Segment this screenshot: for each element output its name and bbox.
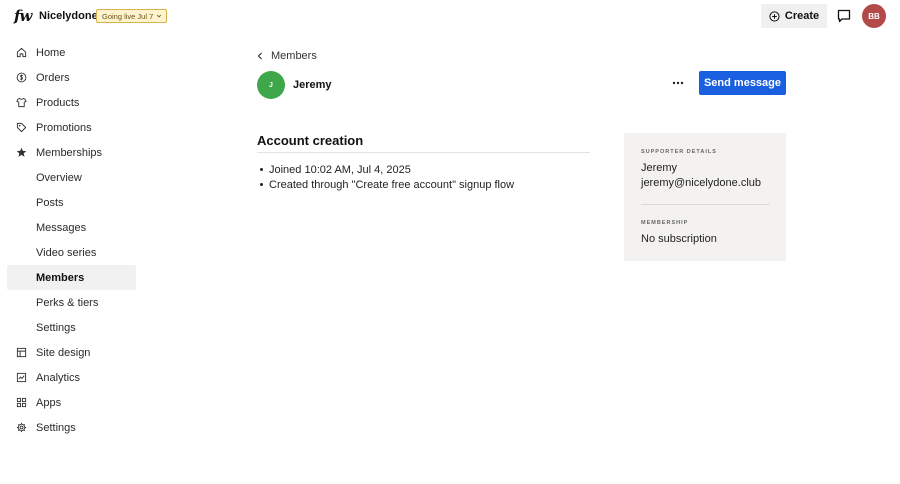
member-name: Jeremy (293, 79, 332, 91)
top-bar: fw Nicelydone Going live Jul 7 Create BB (0, 0, 900, 34)
analytics-icon (16, 372, 27, 383)
supporter-details-card: SUPPORTER DETAILS Jeremy jeremy@nicelydo… (624, 133, 786, 261)
list-item: Created through "Create free account" si… (259, 179, 515, 191)
sidebar-item-video-series[interactable]: Video series (7, 240, 136, 265)
chevron-down-icon (157, 14, 162, 18)
sidebar-item-label: Site design (36, 346, 91, 359)
sidebar-item-promotions[interactable]: Promotions (7, 115, 136, 140)
supporter-email: jeremy@nicelydone.club (641, 177, 762, 189)
sidebar-item-membership-settings[interactable]: Settings (7, 315, 136, 340)
sidebar-item-label: Overview (36, 171, 82, 184)
sidebar-item-label: Messages (36, 221, 87, 234)
sidebar-item-label: Analytics (36, 371, 81, 384)
tag-icon (16, 122, 27, 133)
plus-circle-icon (769, 10, 780, 22)
sidebar-item-label: Posts (36, 196, 64, 209)
send-message-button[interactable]: Send message (699, 71, 786, 95)
sidebar-item-perks-tiers[interactable]: Perks & tiers (7, 290, 136, 315)
sidebar-item-label: Home (36, 46, 66, 59)
sidebar-item-label: Perks & tiers (36, 296, 99, 309)
sidebar-item-site-design[interactable]: Site design (7, 340, 136, 365)
sidebar: Home Orders Products Promotions Membersh… (7, 40, 136, 440)
sidebar-item-label: Promotions (36, 121, 92, 134)
apps-icon (16, 397, 27, 408)
sidebar-item-analytics[interactable]: Analytics (7, 365, 136, 390)
sidebar-item-members[interactable]: Members (7, 265, 136, 290)
divider (641, 204, 770, 205)
orders-icon (16, 72, 27, 83)
sidebar-item-products[interactable]: Products (7, 90, 136, 115)
products-icon (16, 97, 27, 108)
sidebar-item-overview[interactable]: Overview (7, 165, 136, 190)
account-events-list: Joined 10:02 AM, Jul 4, 2025 Created thr… (259, 163, 515, 193)
breadcrumb-back[interactable]: Members (256, 50, 317, 62)
supporter-name: Jeremy (641, 162, 678, 174)
create-label: Create (784, 10, 820, 22)
sidebar-item-messages[interactable]: Messages (7, 215, 136, 240)
create-button[interactable]: Create (761, 4, 827, 28)
sidebar-item-label: Members (36, 271, 85, 284)
membership-value: No subscription (641, 233, 717, 245)
sidebar-item-memberships[interactable]: Memberships (7, 140, 136, 165)
more-options-button[interactable] (669, 76, 687, 90)
sidebar-item-apps[interactable]: Apps (7, 390, 136, 415)
going-live-badge[interactable]: Going live Jul 7 (96, 9, 168, 23)
sidebar-item-posts[interactable]: Posts (7, 190, 136, 215)
chat-icon[interactable] (836, 8, 852, 24)
section-title: Account creation (257, 133, 364, 148)
user-avatar[interactable]: BB (862, 4, 886, 28)
chevron-left-icon (257, 52, 262, 60)
sidebar-item-label: Settings (36, 321, 76, 334)
supporter-details-label: SUPPORTER DETAILS (641, 149, 717, 155)
home-icon (16, 47, 27, 58)
sidebar-item-orders[interactable]: Orders (7, 65, 136, 90)
sidebar-item-label: Settings (36, 421, 76, 434)
membership-label: MEMBERSHIP (641, 220, 689, 226)
sidebar-item-settings[interactable]: Settings (7, 415, 136, 440)
sidebar-item-label: Video series (36, 246, 97, 259)
sidebar-item-home[interactable]: Home (7, 40, 136, 65)
more-horizontal-icon (672, 81, 684, 85)
sidebar-item-label: Apps (36, 396, 62, 409)
member-avatar: J (257, 71, 285, 99)
divider (257, 152, 590, 153)
going-live-label: Going live Jul 7 (102, 11, 154, 21)
sidebar-item-label: Orders (36, 71, 70, 84)
layout-icon (16, 347, 27, 358)
list-item: Joined 10:02 AM, Jul 4, 2025 (259, 163, 514, 178)
breadcrumb-label: Members (271, 50, 317, 62)
fw-logo[interactable]: fw (14, 7, 32, 25)
gear-icon (16, 422, 27, 433)
site-name[interactable]: Nicelydone (39, 10, 98, 22)
sidebar-item-label: Products (36, 96, 80, 109)
star-icon (16, 147, 27, 157)
sidebar-item-label: Memberships (36, 146, 103, 159)
